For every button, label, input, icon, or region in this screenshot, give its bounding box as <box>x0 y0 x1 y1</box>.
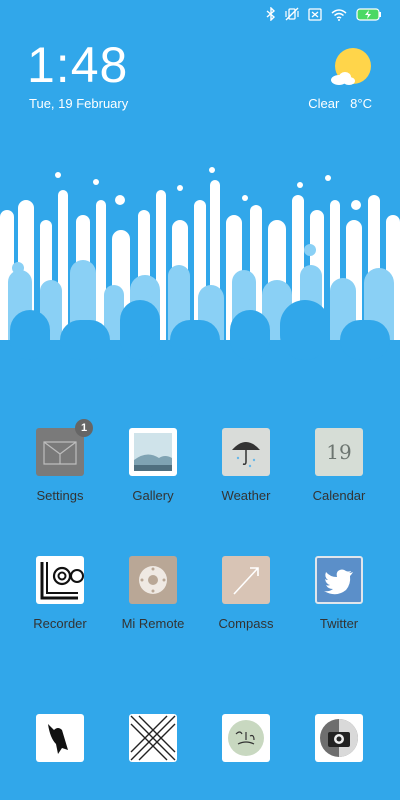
landscape-icon <box>134 433 172 471</box>
sim-off-icon <box>308 7 322 21</box>
calendar-icon: 19 <box>315 428 363 476</box>
app-label: Mi Remote <box>121 616 185 631</box>
compass-icon <box>222 556 270 604</box>
app-label: Recorder <box>33 616 87 631</box>
umbrella-icon <box>232 442 260 468</box>
twitter-bird-icon <box>324 569 353 595</box>
camera-app-icon <box>315 714 363 762</box>
home-screen: 1:48 Tue, 19 February Clear 8°C 1 Settin… <box>0 0 400 800</box>
recorder-icon <box>36 556 84 604</box>
weather-summary[interactable]: Clear 8°C <box>308 96 372 111</box>
vibrate-off-icon <box>285 7 299 21</box>
wallpaper-pattern <box>0 167 400 360</box>
dpad-icon <box>139 566 167 594</box>
settings-icon: 1 <box>36 419 93 476</box>
app-label: Settings <box>36 488 84 503</box>
battery-charging-icon <box>356 7 381 21</box>
notification-badge: 1 <box>75 419 93 437</box>
app-mi-remote[interactable]: Mi Remote <box>107 556 199 631</box>
twitter-icon <box>315 556 363 604</box>
app-label: Weather <box>221 488 271 503</box>
arrow-icon <box>233 567 259 595</box>
app-label: Twitter <box>319 616 359 631</box>
dock-app-4[interactable] <box>293 714 385 762</box>
weather-temperature: 8°C <box>350 96 372 111</box>
camera-icon <box>320 719 358 757</box>
dock-app-2[interactable] <box>107 714 199 762</box>
dock-app-3[interactable] <box>200 714 292 762</box>
wifi-icon <box>331 8 347 21</box>
bird-silhouette-icon <box>48 724 68 754</box>
lettering-icon <box>228 720 264 756</box>
app-recorder[interactable]: Recorder <box>14 556 106 631</box>
app-weather[interactable]: Weather <box>200 428 292 503</box>
bluetooth-icon <box>266 7 276 21</box>
weather-condition: Clear <box>308 96 340 111</box>
settings-glyph-icon <box>43 441 77 465</box>
sun-cloud-icon[interactable] <box>329 46 373 90</box>
x-pattern-app-icon <box>129 714 177 762</box>
app-twitter[interactable]: Twitter <box>293 556 385 631</box>
gallery-icon <box>129 428 177 476</box>
app-label: Compass <box>218 616 274 631</box>
app-calendar[interactable]: 19 Calendar <box>293 428 385 503</box>
rings-icon <box>40 562 84 600</box>
x-pattern-icon <box>130 715 176 761</box>
dock-app-1[interactable] <box>14 714 106 762</box>
app-settings[interactable]: 1 Settings <box>14 419 106 503</box>
bird-app-icon <box>36 714 84 762</box>
cest-la-vie-app-icon <box>222 714 270 762</box>
weather-umbrella-icon <box>222 428 270 476</box>
clock-date[interactable]: Tue, 19 February <box>29 96 128 111</box>
remote-icon <box>129 556 177 604</box>
calendar-day: 19 <box>326 440 352 464</box>
app-gallery[interactable]: Gallery <box>107 428 199 503</box>
app-label: Calendar <box>312 488 366 503</box>
status-bar <box>266 6 382 22</box>
app-label: Gallery <box>132 488 174 503</box>
app-compass[interactable]: Compass <box>200 556 292 631</box>
clock-time[interactable]: 1:48 <box>27 40 128 90</box>
